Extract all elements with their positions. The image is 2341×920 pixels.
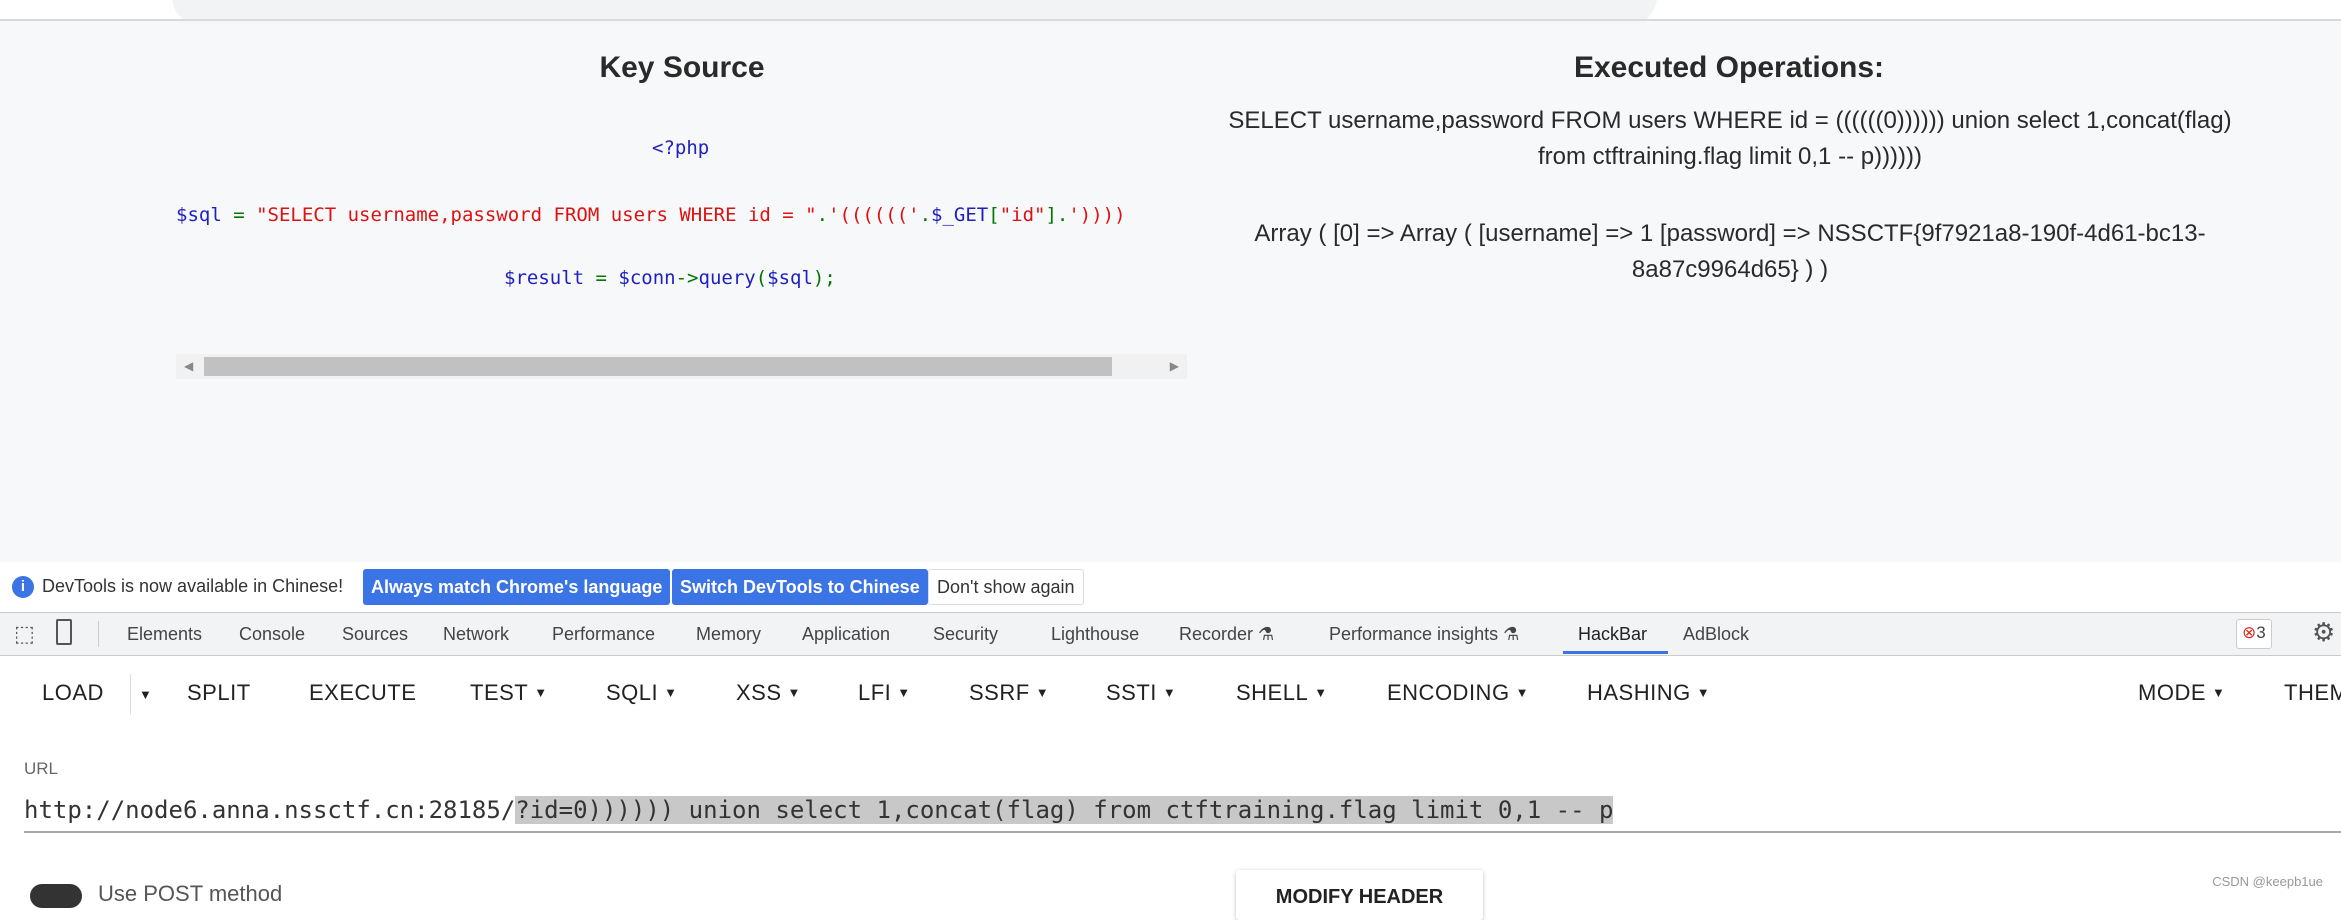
scroll-right-icon[interactable]: ▶ bbox=[1170, 359, 1179, 373]
flask-icon: ⚗ bbox=[1258, 624, 1275, 644]
flask-icon: ⚗ bbox=[1503, 624, 1520, 644]
tab-security[interactable]: Security bbox=[933, 624, 998, 645]
hackbar-theme-menu[interactable]: THEME bbox=[2284, 680, 2341, 706]
divider bbox=[130, 674, 131, 714]
hackbar-execute-button[interactable]: EXECUTE bbox=[309, 680, 416, 706]
hackbar-split-button[interactable]: SPLIT bbox=[187, 680, 251, 706]
tab-application[interactable]: Application bbox=[802, 624, 890, 645]
hackbar-xss-menu[interactable]: XSS ▼ bbox=[736, 680, 801, 706]
tab-lighthouse[interactable]: Lighthouse bbox=[1051, 624, 1139, 645]
hackbar-ssrf-menu[interactable]: SSRF ▼ bbox=[969, 680, 1049, 706]
code-horizontal-scrollbar[interactable]: ◀ ▶ bbox=[176, 354, 1187, 379]
watermark: CSDN @keepb1ue bbox=[2212, 874, 2323, 889]
hackbar-ssti-menu[interactable]: SSTI ▼ bbox=[1106, 680, 1176, 706]
dont-show-again-button[interactable]: Don't show again bbox=[928, 569, 1084, 605]
always-match-language-button[interactable]: Always match Chrome's language bbox=[363, 569, 671, 605]
divider bbox=[98, 621, 99, 647]
modify-header-button[interactable]: MODIFY HEADER bbox=[1236, 870, 1483, 920]
tab-adblock[interactable]: AdBlock bbox=[1683, 624, 1749, 645]
notification-text: DevTools is now available in Chinese! bbox=[42, 576, 344, 596]
post-method-toggle[interactable] bbox=[30, 884, 82, 908]
caret-down-icon: ▼ bbox=[1314, 685, 1328, 700]
executed-result: Array ( [0] => Array ( [username] => 1 [… bbox=[1254, 220, 2206, 283]
hackbar-sqli-menu[interactable]: SQLI ▼ bbox=[606, 680, 678, 706]
settings-gear-icon[interactable]: ⚙ bbox=[2312, 617, 2335, 648]
active-tab-indicator bbox=[1563, 651, 1668, 654]
hackbar-encoding-menu[interactable]: ENCODING ▼ bbox=[1387, 680, 1529, 706]
tab-recorder[interactable]: Recorder ⚗ bbox=[1179, 624, 1274, 645]
key-source-title: Key Source bbox=[599, 51, 765, 84]
inspect-element-icon[interactable]: ⬚ bbox=[14, 621, 35, 647]
load-dropdown-caret-icon[interactable]: ▼ bbox=[139, 687, 152, 702]
tab-performance-insights[interactable]: Performance insights ⚗ bbox=[1329, 624, 1519, 645]
url-label: URL bbox=[24, 759, 59, 778]
device-toolbar-icon[interactable] bbox=[56, 619, 72, 645]
code-sql-line: $sql = "SELECT username,password FROM us… bbox=[176, 204, 1126, 226]
scrollbar-thumb[interactable] bbox=[204, 357, 1112, 376]
tab-network[interactable]: Network bbox=[443, 624, 509, 645]
caret-down-icon: ▼ bbox=[1035, 685, 1050, 700]
devtools-language-notification: i DevTools is now available in Chinese! … bbox=[0, 562, 2341, 612]
hackbar-shell-menu[interactable]: SHELL ▼ bbox=[1236, 680, 1328, 706]
error-count-badge[interactable]: ⊗3 bbox=[2236, 619, 2272, 649]
scroll-left-icon[interactable]: ◀ bbox=[184, 359, 193, 373]
url-selection: ?id=0)))))) union select 1,concat(flag) … bbox=[515, 796, 1614, 824]
tab-memory[interactable]: Memory bbox=[696, 624, 761, 645]
hackbar-lfi-menu[interactable]: LFI ▼ bbox=[858, 680, 911, 706]
caret-down-icon: ▼ bbox=[897, 685, 911, 700]
hackbar-hashing-menu[interactable]: HASHING ▼ bbox=[1587, 680, 1710, 706]
url-input[interactable]: http://node6.anna.nssctf.cn:28185/?id=0)… bbox=[24, 796, 1614, 824]
hackbar-mode-menu[interactable]: MODE ▼ bbox=[2138, 680, 2225, 706]
devtools-tab-bar: ⬚ Elements Console Sources Network Perfo… bbox=[0, 612, 2341, 656]
caret-down-icon: ▼ bbox=[1162, 685, 1177, 700]
caret-down-icon: ▼ bbox=[1696, 685, 1711, 700]
info-icon: i bbox=[12, 576, 34, 598]
post-method-label: Use POST method bbox=[98, 881, 283, 906]
hackbar-load-button[interactable]: LOAD bbox=[42, 680, 104, 706]
caret-down-icon: ▼ bbox=[787, 685, 801, 700]
caret-down-icon: ▼ bbox=[1515, 685, 1529, 700]
caret-down-icon: ▼ bbox=[2212, 685, 2226, 700]
tab-hackbar[interactable]: HackBar bbox=[1578, 624, 1647, 645]
switch-devtools-chinese-button[interactable]: Switch DevTools to Chinese bbox=[672, 569, 928, 605]
code-result-line: $result = $conn->query($sql); bbox=[504, 267, 836, 289]
caret-down-icon: ▼ bbox=[664, 685, 678, 700]
tab-elements[interactable]: Elements bbox=[127, 624, 202, 645]
tab-sources[interactable]: Sources bbox=[342, 624, 408, 645]
web-page: Key Source <?php $sql = "SELECT username… bbox=[0, 21, 2341, 562]
tab-console[interactable]: Console bbox=[239, 624, 305, 645]
error-icon: ⊗ bbox=[2242, 623, 2257, 642]
caret-down-icon: ▼ bbox=[534, 685, 548, 700]
executed-title: Executed Operations: bbox=[1573, 51, 1885, 84]
hackbar-test-menu[interactable]: TEST ▼ bbox=[470, 680, 548, 706]
url-input-underline bbox=[24, 831, 2341, 833]
tab-performance[interactable]: Performance bbox=[552, 624, 655, 645]
code-php-open: <?php bbox=[652, 137, 710, 159]
executed-query: SELECT username,password FROM users WHER… bbox=[1228, 107, 2232, 170]
